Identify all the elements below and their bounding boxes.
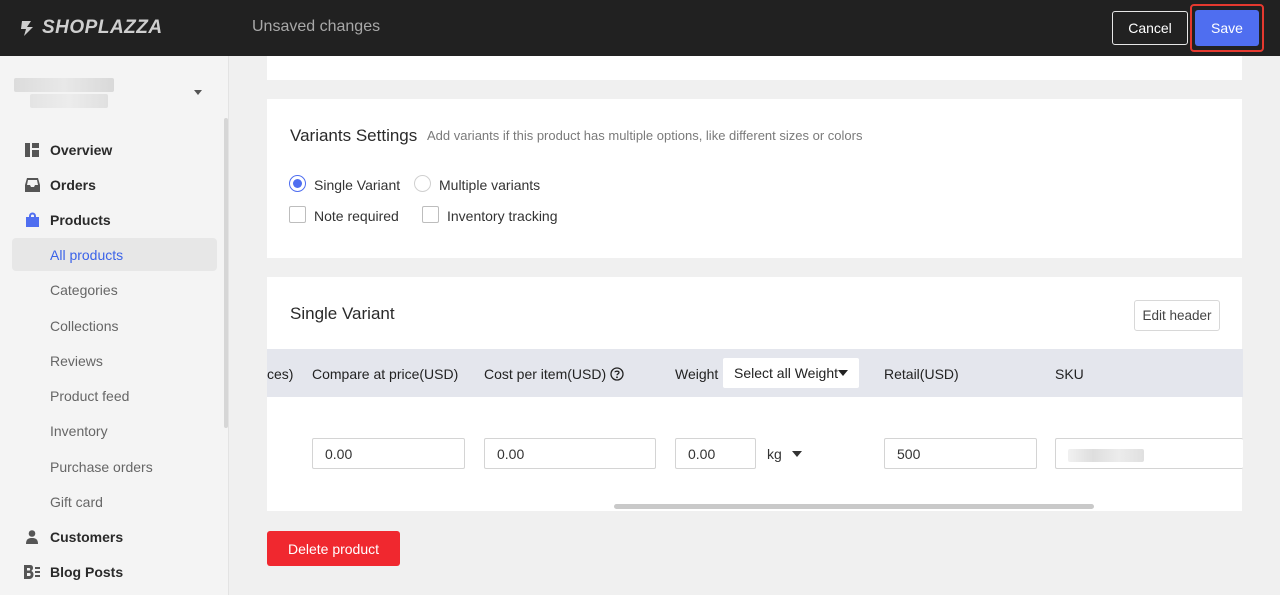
sidebar-item-label: Gift card bbox=[50, 493, 103, 510]
single-variant-title: Single Variant bbox=[290, 304, 395, 323]
blog-icon bbox=[24, 564, 40, 580]
caret-down-icon[interactable] bbox=[792, 451, 802, 457]
sidebar-item-gift-card[interactable]: Gift card bbox=[12, 485, 217, 518]
multiple-variants-radio[interactable] bbox=[414, 175, 431, 192]
sidebar-item-label: Categories bbox=[50, 281, 118, 298]
multiple-variants-label[interactable]: Multiple variants bbox=[439, 177, 540, 193]
weight-input[interactable]: 0.00 bbox=[675, 438, 756, 469]
sidebar-item-inventory[interactable]: Inventory bbox=[12, 414, 217, 447]
select-all-weight-label: Select all Weight bbox=[734, 365, 839, 381]
shoplazza-logo[interactable]: SHOPLAZZA bbox=[18, 16, 163, 40]
sidebar-item-reviews[interactable]: Reviews bbox=[12, 344, 217, 377]
column-header-sku: SKU bbox=[1055, 366, 1084, 382]
sidebar-item-label: Customers bbox=[50, 528, 124, 545]
note-required-checkbox[interactable] bbox=[289, 206, 306, 223]
sidebar-item-purchase-orders[interactable]: Purchase orders bbox=[12, 450, 217, 483]
sidebar-item-label: Product feed bbox=[50, 387, 130, 404]
sidebar-item-collections[interactable]: Collections bbox=[12, 309, 217, 342]
sidebar-item-orders[interactable]: Orders bbox=[12, 168, 217, 201]
variants-settings-description: Add variants if this product has multipl… bbox=[427, 128, 863, 143]
variants-settings-card bbox=[267, 99, 1242, 258]
sidebar-item-products[interactable]: Products bbox=[12, 203, 217, 236]
column-header-retail: Retail(USD) bbox=[884, 366, 959, 382]
select-all-weight-dropdown[interactable]: Select all Weight bbox=[723, 358, 859, 388]
sidebar-item-label: Blog Posts bbox=[50, 563, 124, 580]
sidebar-item-label: Collections bbox=[50, 317, 119, 334]
sidebar-item-label: Orders bbox=[50, 176, 96, 193]
column-header-weight: Weight bbox=[675, 366, 719, 382]
column-header-cost-per-item: Cost per item(USD) bbox=[484, 366, 624, 384]
single-variant-radio[interactable] bbox=[289, 175, 306, 192]
edit-header-button[interactable]: Edit header bbox=[1134, 300, 1220, 331]
store-name-blurred bbox=[14, 78, 114, 92]
store-name-blurred-2 bbox=[30, 94, 108, 108]
sidebar-item-categories[interactable]: Categories bbox=[12, 273, 217, 306]
table-horizontal-scrollbar[interactable] bbox=[614, 504, 1094, 509]
sidebar-item-all-products[interactable]: All products bbox=[12, 238, 217, 271]
sidebar-item-product-feed[interactable]: Product feed bbox=[12, 379, 217, 412]
weight-unit-select[interactable]: kg bbox=[767, 446, 782, 462]
variants-settings-title: Variants Settings bbox=[290, 126, 418, 145]
inventory-tracking-checkbox[interactable] bbox=[422, 206, 439, 223]
compare-at-price-input[interactable]: 0.00 bbox=[312, 438, 465, 469]
shoplazza-logo-icon bbox=[21, 21, 33, 36]
cost-per-item-input[interactable]: 0.00 bbox=[484, 438, 656, 469]
sidebar-item-label: Inventory bbox=[50, 422, 108, 439]
sidebar-item-customers[interactable]: Customers bbox=[12, 520, 217, 553]
shopping-bag-icon bbox=[24, 212, 40, 228]
inbox-icon bbox=[24, 177, 40, 193]
note-required-label[interactable]: Note required bbox=[314, 208, 399, 224]
delete-product-button[interactable]: Delete product bbox=[267, 531, 400, 566]
cost-per-item-label: Cost per item(USD) bbox=[484, 366, 607, 382]
sidebar-scrollbar[interactable] bbox=[224, 118, 228, 428]
cancel-button[interactable]: Cancel bbox=[1112, 11, 1188, 45]
brand-name: SHOPLAZZA bbox=[42, 17, 163, 38]
dashboard-icon bbox=[24, 142, 40, 158]
sidebar-item-overview[interactable]: Overview bbox=[12, 133, 217, 166]
top-bar: SHOPLAZZA Unsaved changes bbox=[0, 0, 1280, 56]
help-icon[interactable] bbox=[610, 367, 624, 384]
sku-value-blurred bbox=[1068, 449, 1144, 462]
single-variant-label[interactable]: Single Variant bbox=[314, 177, 400, 193]
caret-down-icon bbox=[838, 370, 848, 376]
user-icon bbox=[24, 529, 40, 545]
sidebar-item-label: Products bbox=[50, 211, 111, 228]
column-header-compare-at-price: Compare at price(USD) bbox=[312, 366, 459, 382]
previous-section-card bbox=[267, 56, 1242, 80]
sidebar-item-blog-posts[interactable]: Blog Posts bbox=[12, 555, 217, 588]
sidebar-item-label: Overview bbox=[50, 141, 113, 158]
inventory-tracking-label[interactable]: Inventory tracking bbox=[447, 208, 558, 224]
sidebar-item-label: Purchase orders bbox=[50, 458, 153, 475]
sidebar-item-label: All products bbox=[50, 246, 124, 263]
save-button[interactable]: Save bbox=[1195, 10, 1259, 46]
sidebar-item-label: Reviews bbox=[50, 352, 103, 369]
chevron-down-icon bbox=[194, 90, 202, 95]
retail-input[interactable]: 500 bbox=[884, 438, 1037, 469]
column-header-prices: ces) bbox=[267, 366, 294, 382]
unsaved-changes-text: Unsaved changes bbox=[252, 18, 381, 35]
store-selector[interactable] bbox=[14, 76, 210, 112]
